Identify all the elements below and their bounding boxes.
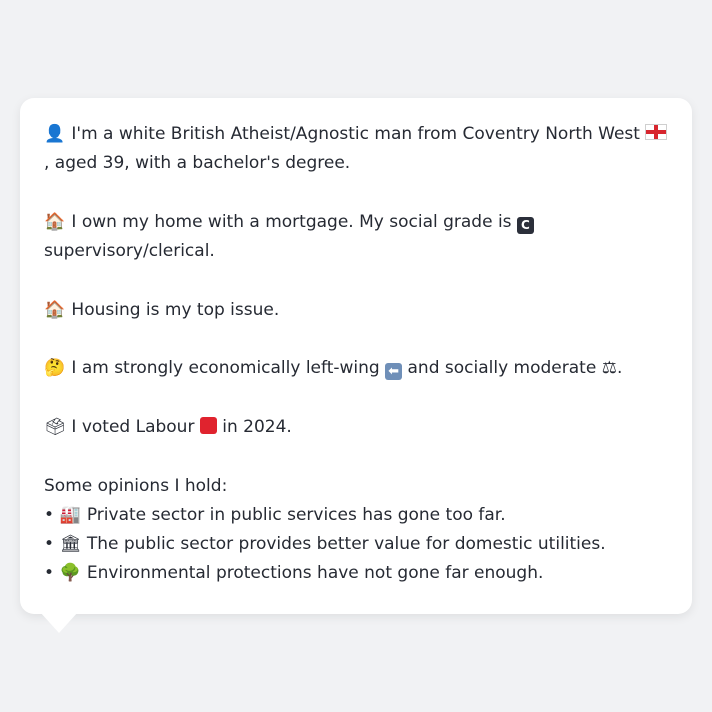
opinions-heading: Some opinions I hold: [44,475,228,496]
vote-text-b: in 2024. [222,416,292,437]
list-item: • 🏛 The public sector provides better va… [44,530,668,559]
red-square-icon [199,416,217,434]
bubble-tail [40,612,78,633]
vote-paragraph: 🗳 I voted Labour in 2024. [44,413,668,442]
england-flag-icon [645,124,668,140]
left-arrow-icon: ⬅ [385,363,403,381]
list-item: • 🏭 Private sector in public services ha… [44,501,668,530]
identity-paragraph: 👤 I'm a white British Atheist/Agnostic m… [44,120,668,179]
social-grade-badge: C [516,216,534,234]
politics-text-b: and socially moderate [407,358,597,379]
identity-text-a: I'm a white British Atheist/Agnostic man… [71,124,640,144]
message-bubble: 👤 I'm a white British Atheist/Agnostic m… [20,98,692,614]
house-icon: 🏠 [44,299,66,320]
bullet: • [44,504,55,525]
house-icon: 🏠 [44,211,66,232]
politics-text-c: . [616,358,623,379]
factory-icon: 🏭 [59,504,82,525]
politics-paragraph: 🤔 I am strongly economically left-wing ⬅… [44,354,668,383]
home-paragraph: 🏠 I own my home with a mortgage. My soci… [44,208,668,267]
bullet: • [44,563,55,584]
politics-text-a: I am strongly economically left-wing [71,358,380,379]
person-icon: 👤 [44,124,66,144]
classical-building-icon: 🏛 [59,534,82,555]
thinking-face-icon: 🤔 [44,358,66,379]
bullet: • [44,534,55,555]
opinion-text: The public sector provides better value … [86,534,606,555]
scales-icon: ⚖ [601,358,617,379]
list-item: • 🌳 Environmental protections have not g… [44,559,668,588]
issue-paragraph: 🏠 Housing is my top issue. [44,296,668,325]
home-text-a: I own my home with a mortgage. My social… [71,211,512,232]
identity-text-b: , aged 39, with a bachelor's degree. [44,153,351,174]
opinion-text: Private sector in public services has go… [86,504,506,525]
tree-icon: 🌳 [59,563,82,584]
opinion-text: Environmental protections have not gone … [86,563,544,584]
top-issue-text: Housing is my top issue. [71,299,280,320]
home-text-b: supervisory/clerical. [44,241,215,262]
ballot-box-icon: 🗳 [44,416,66,437]
vote-text-a: I voted Labour [71,416,195,437]
